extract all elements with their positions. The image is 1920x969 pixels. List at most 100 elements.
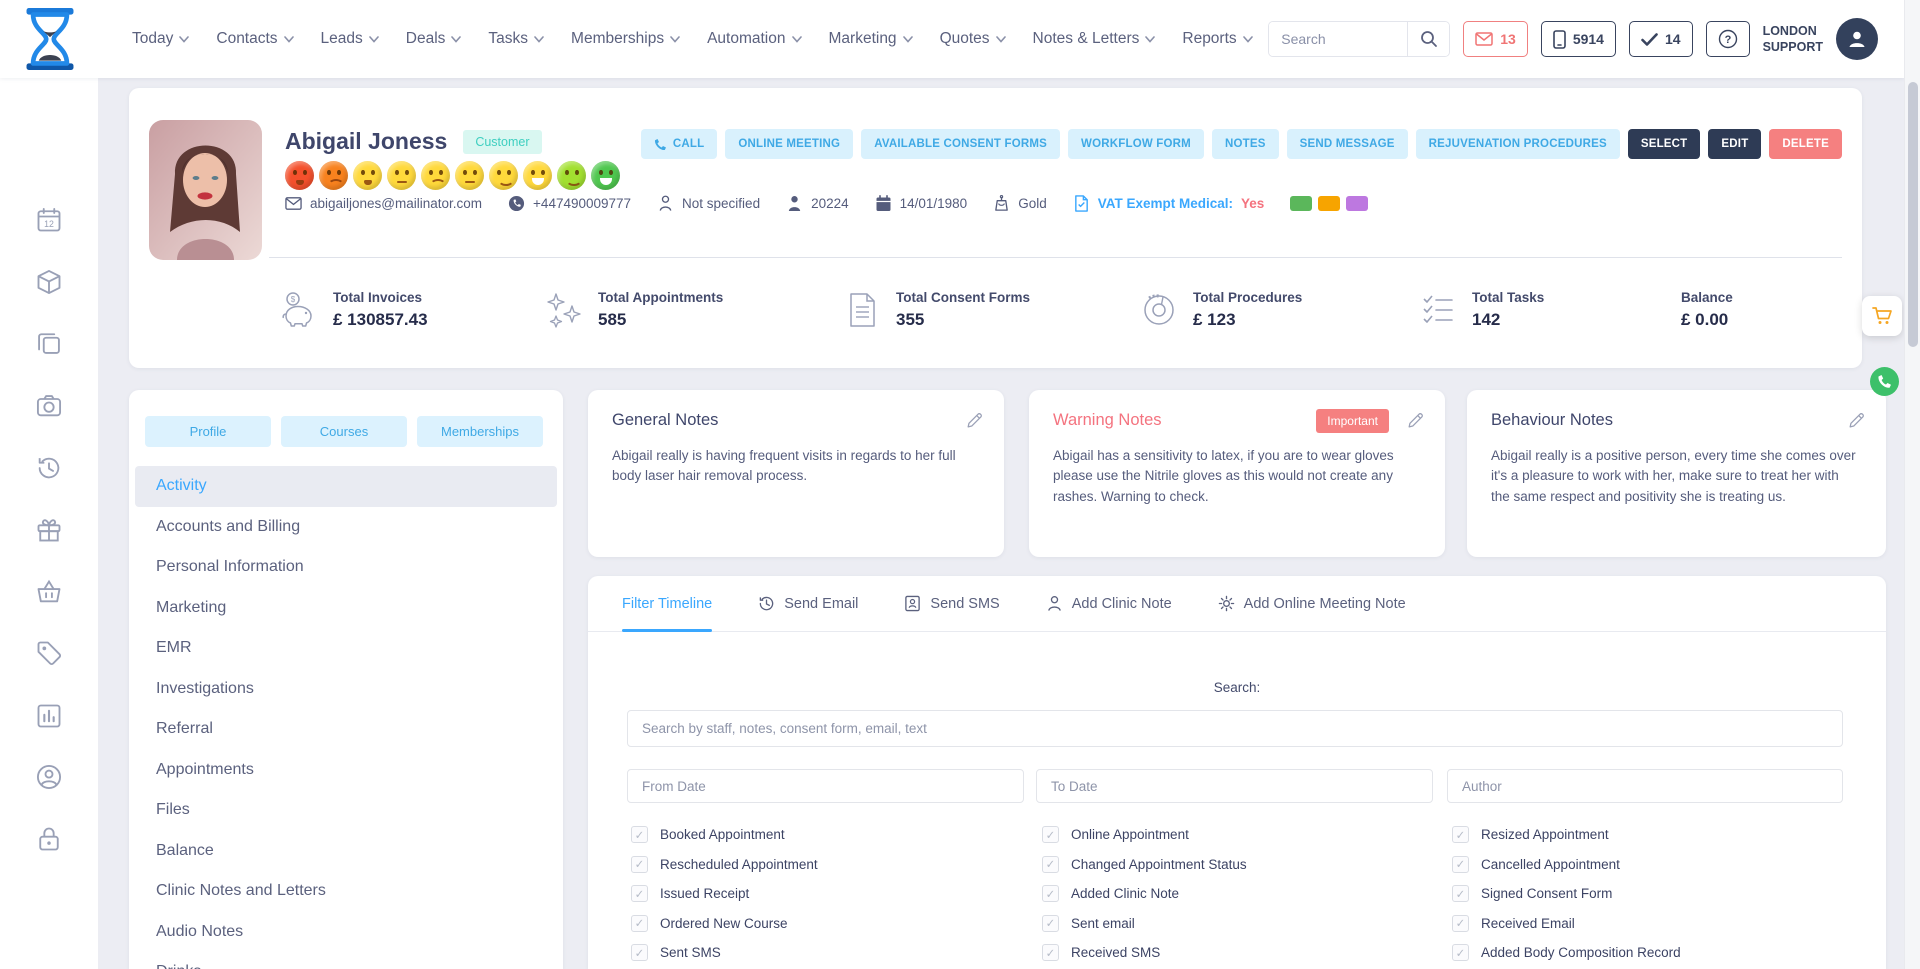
panel-list-item[interactable]: Drinks bbox=[135, 952, 557, 969]
tasks-button[interactable]: 14 bbox=[1629, 21, 1693, 57]
panel-list-item[interactable]: Referral bbox=[135, 709, 557, 750]
filter-option[interactable]: Received SMS bbox=[1042, 944, 1247, 961]
filter-option[interactable]: Received Email bbox=[1452, 915, 1681, 932]
filter-option[interactable]: Added Body Composition Record bbox=[1452, 944, 1681, 961]
menu-item[interactable]: Leads bbox=[321, 30, 379, 48]
notes-button[interactable]: NOTES bbox=[1212, 129, 1279, 159]
menu-item[interactable]: Notes & Letters bbox=[1033, 30, 1156, 48]
rejuvenation-procedures-button[interactable]: REJUVENATION PROCEDURES bbox=[1416, 129, 1620, 159]
copy-icon[interactable] bbox=[35, 329, 63, 357]
checkbox-checked-icon[interactable] bbox=[631, 826, 648, 843]
author-input[interactable] bbox=[1447, 769, 1843, 803]
pencil-icon[interactable] bbox=[965, 411, 984, 430]
select-button[interactable]: SELECT bbox=[1628, 129, 1701, 159]
checkbox-checked-icon[interactable] bbox=[1452, 856, 1469, 873]
filter-option[interactable]: Sent SMS bbox=[631, 944, 818, 961]
panel-list-item[interactable]: Accounts and Billing bbox=[135, 507, 557, 548]
menu-item[interactable]: Quotes bbox=[940, 30, 1006, 48]
chart-icon[interactable] bbox=[35, 702, 63, 730]
mood-face-icon[interactable] bbox=[523, 161, 552, 190]
workflow-form-button[interactable]: WORKFLOW FORM bbox=[1068, 129, 1204, 159]
checkbox-checked-icon[interactable] bbox=[1042, 915, 1059, 932]
user-avatar[interactable] bbox=[1836, 18, 1878, 60]
mail-notifications-button[interactable]: 13 bbox=[1463, 21, 1528, 57]
checkbox-checked-icon[interactable] bbox=[631, 915, 648, 932]
tab-add-online-meeting-note[interactable]: Add Online Meeting Note bbox=[1218, 595, 1406, 612]
basket-icon[interactable] bbox=[35, 578, 63, 606]
mood-face-icon[interactable] bbox=[421, 161, 450, 190]
filter-option[interactable]: Rescheduled Appointment bbox=[631, 856, 818, 873]
cart-floating-button[interactable] bbox=[1862, 296, 1902, 336]
filter-option[interactable]: Booked Appointment bbox=[631, 826, 818, 843]
client-photo[interactable] bbox=[149, 120, 262, 260]
checkbox-checked-icon[interactable] bbox=[631, 885, 648, 902]
online-meeting-button[interactable]: ONLINE MEETING bbox=[725, 129, 853, 159]
calendar-icon[interactable]: 12 bbox=[35, 206, 63, 234]
mood-face-icon[interactable] bbox=[285, 161, 314, 190]
panel-list-item[interactable]: EMR bbox=[135, 628, 557, 669]
checkbox-checked-icon[interactable] bbox=[1042, 826, 1059, 843]
filter-option[interactable]: Sent email bbox=[1042, 915, 1247, 932]
filter-option[interactable]: Signed Consent Form bbox=[1452, 885, 1681, 902]
checkbox-checked-icon[interactable] bbox=[1042, 856, 1059, 873]
menu-item[interactable]: Today bbox=[132, 30, 189, 48]
scrollbar-thumb[interactable] bbox=[1908, 82, 1918, 347]
history-icon[interactable] bbox=[35, 454, 63, 482]
checkbox-checked-icon[interactable] bbox=[1452, 915, 1469, 932]
to-date-input[interactable] bbox=[1036, 769, 1433, 803]
from-date-input[interactable] bbox=[627, 769, 1024, 803]
checkbox-checked-icon[interactable] bbox=[1452, 826, 1469, 843]
call-button[interactable]: CALL bbox=[641, 129, 717, 159]
send-message-button[interactable]: SEND MESSAGE bbox=[1287, 129, 1408, 159]
checkbox-checked-icon[interactable] bbox=[1452, 885, 1469, 902]
checkbox-checked-icon[interactable] bbox=[1452, 944, 1469, 961]
pencil-icon[interactable] bbox=[1847, 411, 1866, 430]
lock-icon[interactable] bbox=[35, 825, 63, 853]
mood-face-icon[interactable] bbox=[591, 161, 620, 190]
filter-option[interactable]: Added Clinic Note bbox=[1042, 885, 1247, 902]
package-icon[interactable] bbox=[35, 268, 63, 296]
mood-face-icon[interactable] bbox=[353, 161, 382, 190]
panel-tab[interactable]: Courses bbox=[281, 416, 407, 447]
gift-icon[interactable] bbox=[35, 516, 63, 544]
mood-face-icon[interactable] bbox=[319, 161, 348, 190]
menu-item[interactable]: Deals bbox=[406, 30, 462, 48]
panel-list-item[interactable]: Appointments bbox=[135, 750, 557, 791]
panel-list-item[interactable]: Activity bbox=[135, 466, 557, 507]
search-button[interactable] bbox=[1407, 22, 1449, 56]
menu-item[interactable]: Marketing bbox=[829, 30, 913, 48]
mood-face-icon[interactable] bbox=[557, 161, 586, 190]
panel-list-item[interactable]: Balance bbox=[135, 831, 557, 872]
panel-list-item[interactable]: Personal Information bbox=[135, 547, 557, 588]
filter-option[interactable]: Changed Appointment Status bbox=[1042, 856, 1247, 873]
panel-list-item[interactable]: Clinic Notes and Letters bbox=[135, 871, 557, 912]
menu-item[interactable]: Reports bbox=[1182, 30, 1252, 48]
checkbox-checked-icon[interactable] bbox=[1042, 885, 1059, 902]
panel-list-item[interactable]: Files bbox=[135, 790, 557, 831]
available-consent-forms-button[interactable]: AVAILABLE CONSENT FORMS bbox=[861, 129, 1060, 159]
filter-option[interactable]: Online Appointment bbox=[1042, 826, 1247, 843]
mood-face-icon[interactable] bbox=[455, 161, 484, 190]
sms-credits-button[interactable]: 5914 bbox=[1541, 21, 1616, 57]
filter-option[interactable]: Issued Receipt bbox=[631, 885, 818, 902]
checkbox-checked-icon[interactable] bbox=[1042, 944, 1059, 961]
support-icon[interactable] bbox=[35, 763, 63, 791]
delete-button[interactable]: DELETE bbox=[1769, 129, 1842, 159]
filter-option[interactable]: Resized Appointment bbox=[1452, 826, 1681, 843]
camera-icon[interactable] bbox=[35, 392, 63, 420]
search-input[interactable] bbox=[1269, 22, 1407, 56]
tab-send-email[interactable]: Send Email bbox=[758, 595, 858, 612]
menu-item[interactable]: Tasks bbox=[488, 30, 544, 48]
panel-tab[interactable]: Profile bbox=[145, 416, 271, 447]
checkbox-checked-icon[interactable] bbox=[631, 944, 648, 961]
tab-add-clinic-note[interactable]: Add Clinic Note bbox=[1046, 595, 1172, 612]
menu-item[interactable]: Memberships bbox=[571, 30, 680, 48]
menu-item[interactable]: Contacts bbox=[216, 30, 293, 48]
panel-list-item[interactable]: Marketing bbox=[135, 588, 557, 629]
panel-tab[interactable]: Memberships bbox=[417, 416, 543, 447]
edit-button[interactable]: EDIT bbox=[1708, 129, 1761, 159]
panel-list-item[interactable]: Audio Notes bbox=[135, 912, 557, 953]
timeline-search-input[interactable] bbox=[627, 710, 1843, 747]
help-button[interactable]: ? bbox=[1706, 21, 1750, 57]
pencil-icon[interactable] bbox=[1406, 411, 1425, 430]
